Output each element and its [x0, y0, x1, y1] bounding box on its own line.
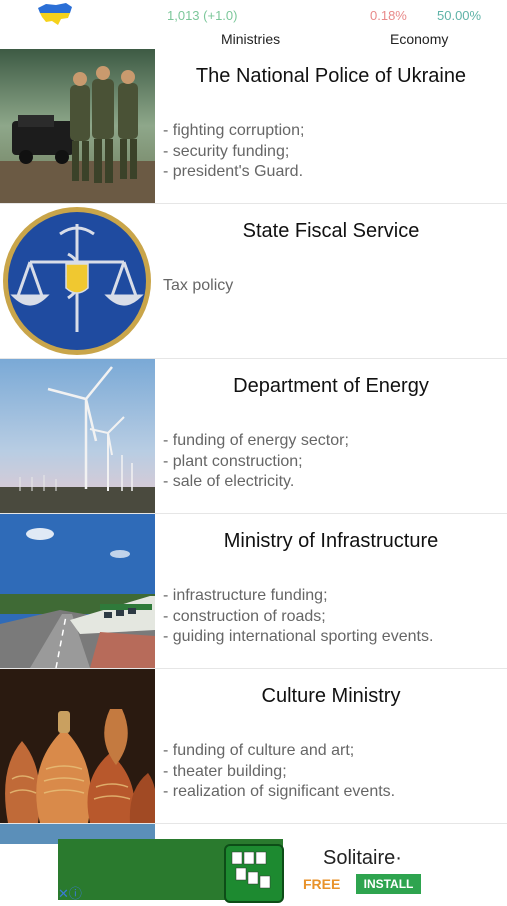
- ministry-title: The National Police of Ukraine: [195, 65, 467, 87]
- ministry-row-police[interactable]: The National Police of Ukraine - fightin…: [0, 49, 507, 204]
- infrastructure-train-image: [0, 514, 155, 668]
- ministry-row-fiscal[interactable]: State Fiscal Service Tax policy: [0, 204, 507, 359]
- ministry-description: - infrastructure funding; - construction…: [163, 587, 434, 645]
- energy-windmills-image: [0, 359, 155, 513]
- fiscal-emblem-image: [0, 204, 155, 358]
- other-stat: 50.00%: [437, 8, 482, 23]
- ministry-title: Ministry of Infrastructure: [223, 530, 439, 552]
- stats-header: 1,013 (+1.0) 0.18% 50.00% Ministries Eco…: [0, 0, 507, 50]
- ministry-title: Culture Ministry: [261, 685, 401, 707]
- ministry-description: Tax policy: [163, 277, 234, 294]
- ad-title: Solitaire·: [323, 847, 402, 869]
- ministry-description: - funding of energy sector; - plant cons…: [163, 432, 349, 490]
- ministry-title: Department of Energy: [233, 375, 429, 397]
- police-image: [0, 49, 155, 203]
- economy-tab[interactable]: Economy: [390, 31, 448, 47]
- ministries-stat: 1,013 (+1.0): [167, 8, 238, 23]
- ministries-list: The National Police of Ukraine - fightin…: [0, 49, 507, 844]
- ad-install-button[interactable]: INSTALL: [356, 874, 421, 894]
- ukraine-map-flag-icon: [38, 3, 72, 25]
- ministry-title: State Fiscal Service: [242, 220, 420, 242]
- ministry-row-culture[interactable]: Culture Ministry - funding of culture an…: [0, 669, 507, 824]
- ad-free-label: FREE: [303, 876, 341, 892]
- ministry-description: - fighting corruption; - security fundin…: [163, 122, 305, 180]
- culture-baskets-image: [0, 669, 155, 823]
- ministries-tab[interactable]: Ministries: [221, 31, 280, 47]
- ministry-row-infrastructure[interactable]: Ministry of Infrastructure - infrastruct…: [0, 514, 507, 669]
- ministry-row-energy[interactable]: Department of Energy - funding of energy…: [0, 359, 507, 514]
- solitaire-app-icon[interactable]: [224, 844, 284, 903]
- ad-close-icon[interactable]: ✕ⓘ: [58, 883, 92, 901]
- ministry-description: - funding of culture and art; - theater …: [163, 742, 396, 800]
- ad-banner[interactable]: Solitaire· FREE INSTALL ✕ⓘ: [58, 839, 450, 903]
- economy-stat: 0.18%: [370, 8, 407, 23]
